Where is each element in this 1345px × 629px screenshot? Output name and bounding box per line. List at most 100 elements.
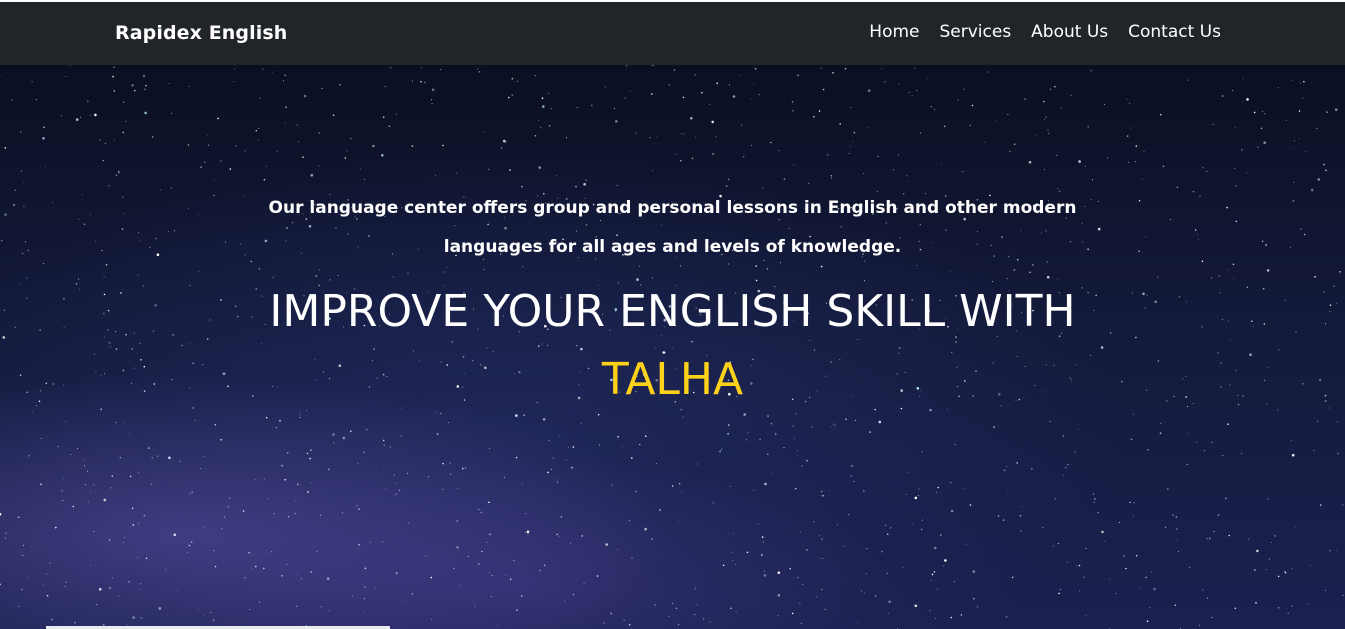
- star: [969, 124, 971, 126]
- star: [591, 104, 593, 107]
- star: [65, 421, 66, 423]
- star: [799, 602, 801, 604]
- star: [1298, 138, 1300, 140]
- star: [55, 526, 57, 529]
- nav-link-services[interactable]: Services: [939, 22, 1011, 42]
- star: [1302, 97, 1304, 99]
- star: [711, 120, 714, 124]
- star: [22, 554, 24, 556]
- star: [1246, 172, 1248, 174]
- nav-link-contact[interactable]: Contact Us: [1128, 22, 1221, 42]
- star: [721, 448, 722, 450]
- star: [731, 560, 733, 561]
- star: [395, 572, 398, 574]
- star: [17, 516, 20, 519]
- star: [300, 578, 302, 580]
- star: [303, 94, 307, 98]
- star: [987, 71, 989, 73]
- star: [306, 452, 309, 455]
- star: [112, 577, 114, 579]
- star: [481, 550, 483, 553]
- star: [763, 574, 767, 577]
- star: [1129, 102, 1131, 104]
- star: [1324, 400, 1327, 402]
- star: [456, 172, 458, 174]
- star: [1078, 564, 1081, 567]
- star: [104, 142, 106, 144]
- star: [1198, 624, 1200, 626]
- star: [933, 108, 936, 111]
- star: [853, 481, 855, 482]
- star: [1157, 360, 1160, 362]
- star: [318, 132, 321, 134]
- star: [0, 75, 1, 77]
- star: [296, 574, 298, 575]
- star: [431, 88, 435, 92]
- star: [777, 615, 779, 617]
- star: [1049, 421, 1051, 423]
- star: [583, 583, 585, 584]
- star: [1218, 275, 1220, 277]
- star: [920, 528, 923, 531]
- star: [694, 74, 696, 76]
- star: [356, 505, 358, 507]
- star: [1141, 178, 1143, 180]
- star: [350, 138, 352, 139]
- star: [78, 288, 80, 290]
- star: [1278, 349, 1280, 351]
- star: [118, 172, 120, 174]
- star: [1058, 592, 1060, 595]
- star: [1092, 179, 1094, 181]
- star: [375, 587, 377, 589]
- star: [1234, 167, 1236, 169]
- star: [26, 391, 28, 394]
- star: [1129, 501, 1131, 504]
- star: [1065, 467, 1067, 469]
- star: [131, 383, 133, 385]
- star: [142, 285, 145, 287]
- star: [1237, 394, 1239, 396]
- star: [1192, 403, 1194, 404]
- star: [197, 213, 199, 215]
- star: [306, 410, 307, 412]
- star: [1015, 399, 1017, 401]
- star: [265, 165, 267, 167]
- star: [1165, 400, 1168, 402]
- star: [376, 377, 378, 379]
- star: [830, 426, 832, 428]
- nav-link-about[interactable]: About Us: [1031, 22, 1108, 42]
- star: [921, 451, 923, 453]
- star: [43, 126, 45, 128]
- star: [357, 462, 359, 464]
- brand-logo-link[interactable]: Rapidex English: [115, 22, 287, 44]
- star: [881, 550, 883, 553]
- star: [1067, 463, 1069, 466]
- star: [84, 465, 85, 467]
- star: [457, 488, 459, 489]
- star: [1252, 325, 1254, 327]
- star: [168, 231, 170, 233]
- star: [556, 533, 558, 536]
- star: [1159, 113, 1162, 116]
- star: [867, 89, 871, 92]
- star: [464, 467, 467, 469]
- star: [337, 275, 339, 276]
- star: [1187, 432, 1189, 434]
- star: [605, 543, 608, 546]
- star: [1138, 199, 1141, 202]
- nav-link-home[interactable]: Home: [869, 22, 919, 42]
- star: [52, 202, 54, 204]
- star: [244, 577, 246, 579]
- star: [802, 583, 804, 585]
- star: [1011, 576, 1014, 579]
- star: [1284, 572, 1287, 574]
- star: [57, 445, 59, 448]
- star: [1192, 190, 1195, 193]
- star: [190, 541, 193, 543]
- star: [628, 623, 631, 626]
- star: [651, 538, 653, 540]
- star: [1241, 101, 1243, 103]
- star: [953, 581, 955, 583]
- star: [358, 508, 360, 510]
- star: [610, 612, 612, 615]
